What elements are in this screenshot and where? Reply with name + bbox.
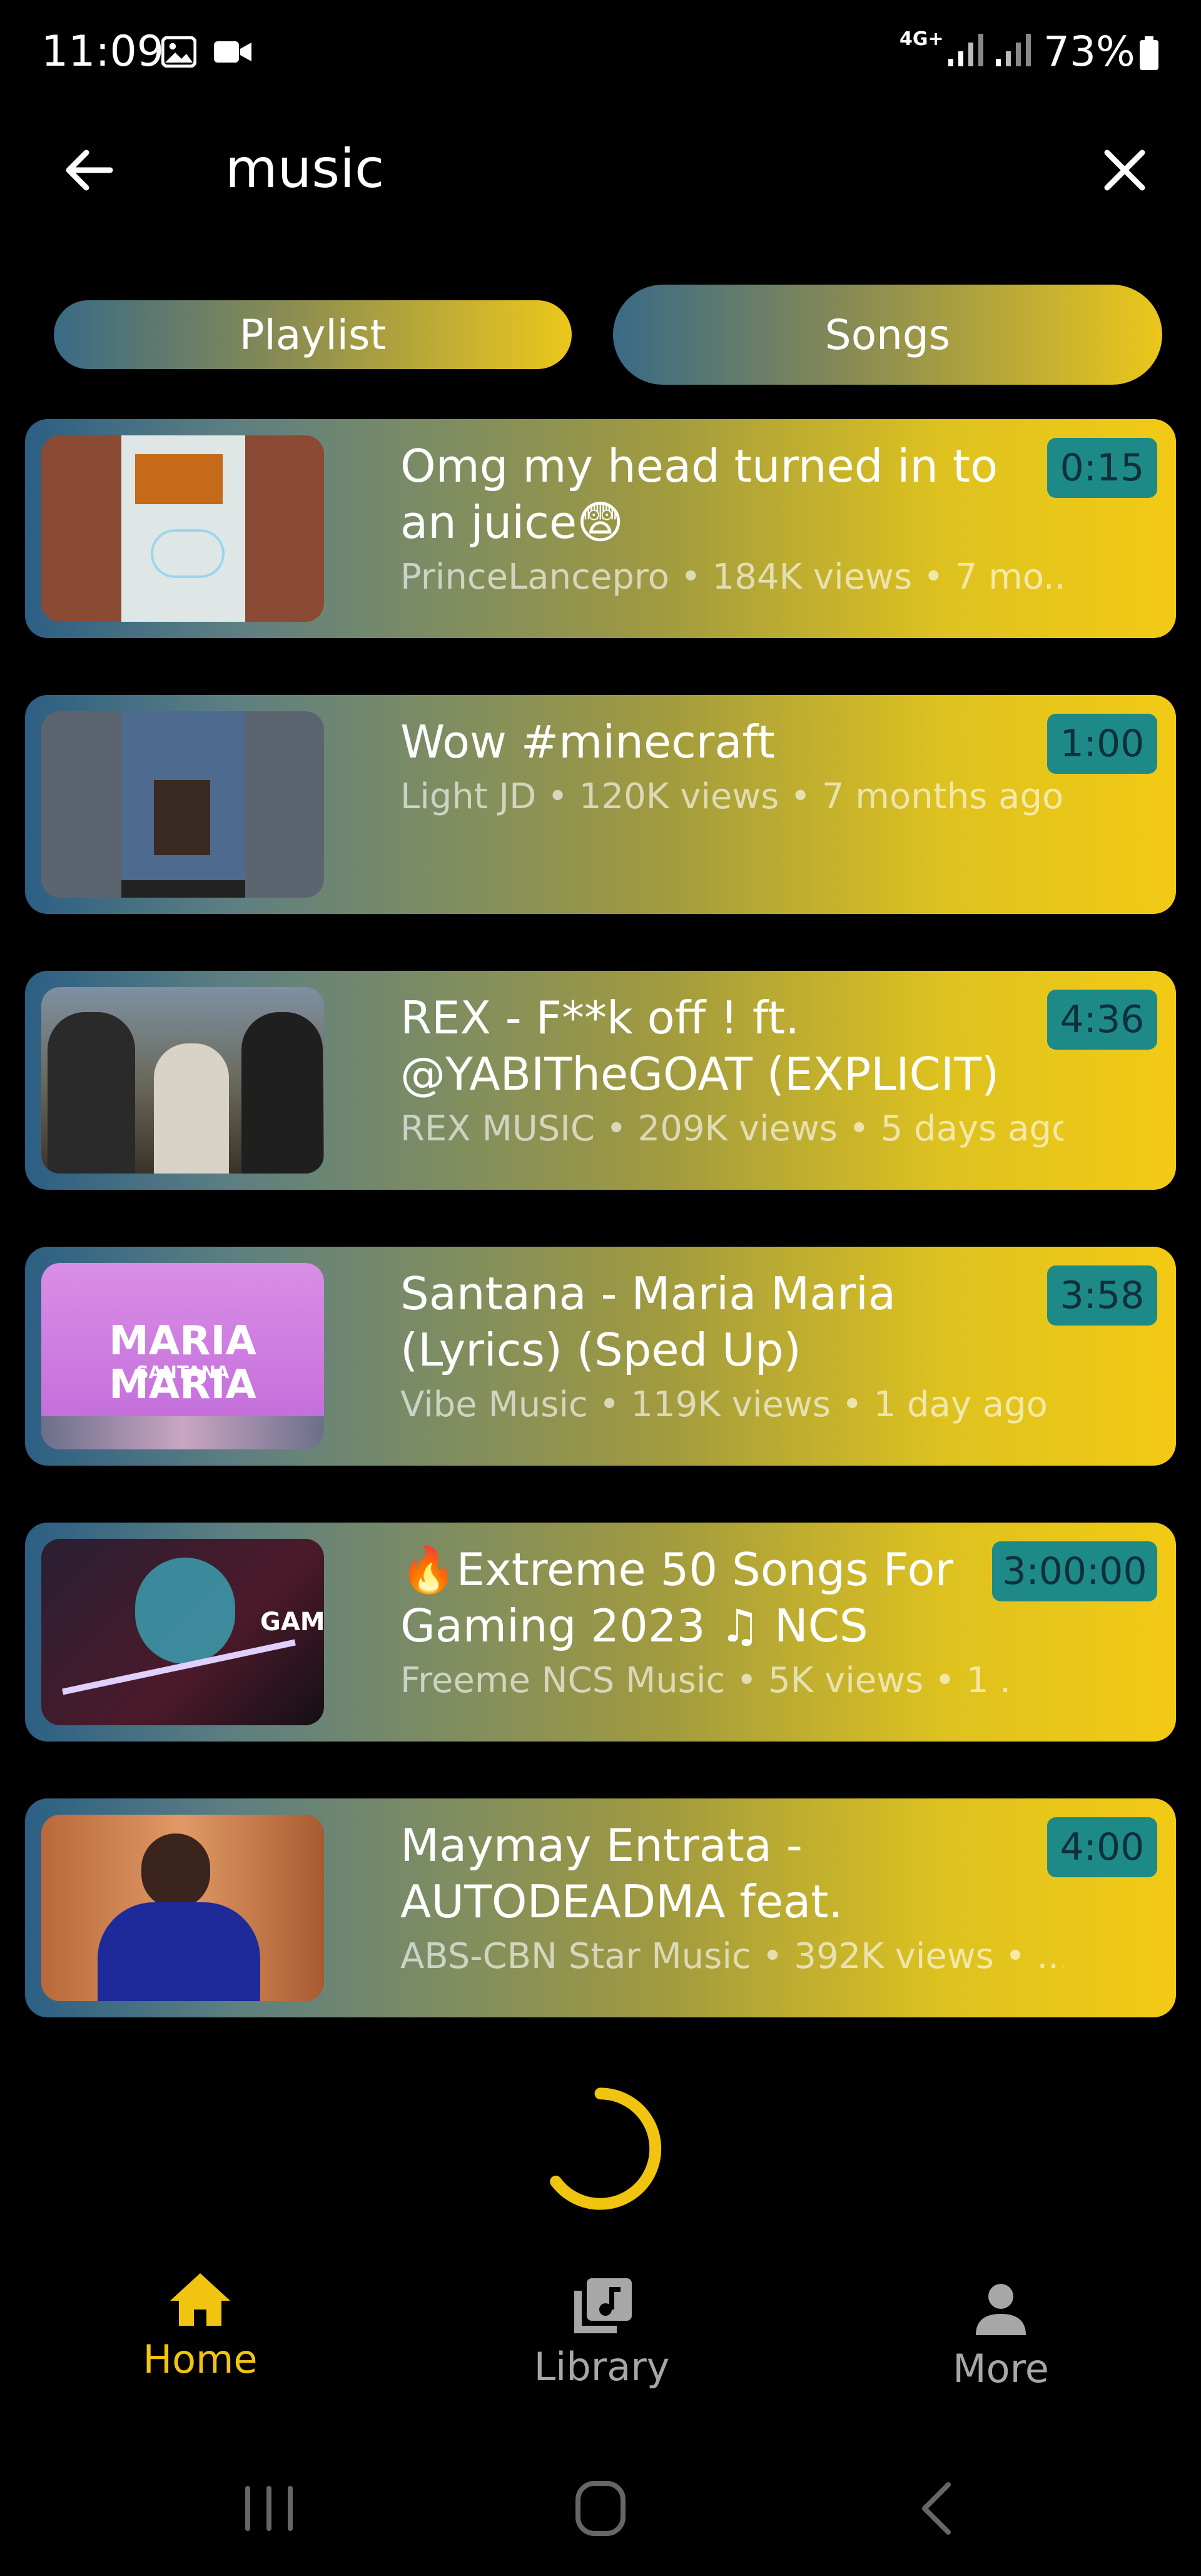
battery-icon [1140,36,1158,70]
video-meta: Vibe Music • 119K views • 1 day ago [400,1384,1048,1425]
tab-songs[interactable]: Songs [613,285,1162,385]
result-card[interactable]: Maymay Entrata - AUTODEADMA feat. WOOSEO… [25,1798,1176,2017]
duration-badge: 3:58 [1047,1265,1157,1326]
video-thumbnail [41,711,324,898]
video-thumbnail [41,435,324,622]
close-icon[interactable] [1096,141,1153,199]
signal-icon [948,34,983,66]
system-back-icon[interactable] [907,2477,970,2540]
gallery-icon [161,36,196,68]
video-meta: REX MUSIC • 209K views • 5 days ago [400,1108,1063,1149]
video-thumbnail: GAM [41,1539,324,1725]
home-button-icon[interactable] [569,2477,632,2540]
result-card[interactable]: Omg my head turned in to an juice😨 Princ… [25,419,1176,638]
result-card[interactable]: MARIA MARIA SANTANA Santana - Maria Mari… [25,1247,1176,1466]
signal-icon [996,34,1031,66]
result-card[interactable]: GAM 🔥Extreme 50 Songs For Gaming 2023 ♫ … [25,1523,1176,1742]
video-thumbnail [41,1815,324,2001]
home-icon [170,2273,230,2326]
video-meta: Freeme NCS Music • 5K views • 1 ... [400,1660,1013,1701]
video-meta: PrinceLancepro • 184K views • 7 mo... [400,557,1063,597]
recent-apps-icon[interactable] [238,2477,300,2540]
video-title: 🔥Extreme 50 Songs For Gaming 2023 ♫ NCS … [400,1543,954,1652]
thumbnail-text: GAM [260,1608,324,1636]
video-title: REX - F**k off ! ft. @YABITheGOAT (EXPLI… [400,991,1000,1100]
result-card[interactable]: REX - F**k off ! ft. @YABITheGOAT (EXPLI… [25,971,1176,1190]
video-icon [214,41,251,63]
video-title: Maymay Entrata - AUTODEADMA feat. WOOSEO… [400,1819,843,1928]
video-thumbnail: MARIA MARIA SANTANA [41,1263,324,1449]
library-music-icon [574,2278,632,2333]
video-meta: Light JD • 120K views • 7 months ago [400,776,1063,817]
result-card[interactable]: Wow #minecraft Light JD • 120K views • 7… [25,695,1176,914]
nav-home[interactable]: Home [106,2271,294,2385]
status-bar: 11:09 4G+ 73% [0,0,1201,100]
nav-more-label: More [953,2346,1049,2391]
duration-badge: 1:00 [1047,714,1157,774]
network-type: 4G+ [899,28,944,50]
person-icon [976,2284,1026,2335]
video-meta: ABS-CBN Star Music • 392K views • ... [400,1936,1063,1977]
tab-label: Playlist [239,310,387,359]
video-title: Santana - Maria Maria (Lyrics) (Sped Up) [400,1267,896,1376]
nav-library-label: Library [534,2344,670,2390]
loading-spinner [550,2087,662,2210]
back-arrow-icon[interactable] [60,141,118,199]
tab-label: Songs [824,310,951,359]
duration-badge: 4:00 [1047,1817,1157,1877]
video-title: Wow #minecraft [400,716,775,768]
nav-home-label: Home [143,2336,258,2382]
thumbnail-subtext: SANTANA [136,1362,230,1382]
duration-badge: 3:00:00 [992,1541,1157,1601]
duration-badge: 0:15 [1047,438,1157,498]
tab-playlist[interactable]: Playlist [54,300,572,369]
video-thumbnail [41,987,324,1174]
video-title: Omg my head turned in to an juice😨 [400,440,998,549]
status-time: 11:09 [41,27,164,76]
nav-more[interactable]: More [907,2280,1095,2394]
nav-library[interactable]: Library [508,2276,696,2392]
duration-badge: 4:36 [1047,990,1157,1050]
search-query[interactable]: music [225,134,384,203]
battery-percent: 73% [1043,28,1135,76]
